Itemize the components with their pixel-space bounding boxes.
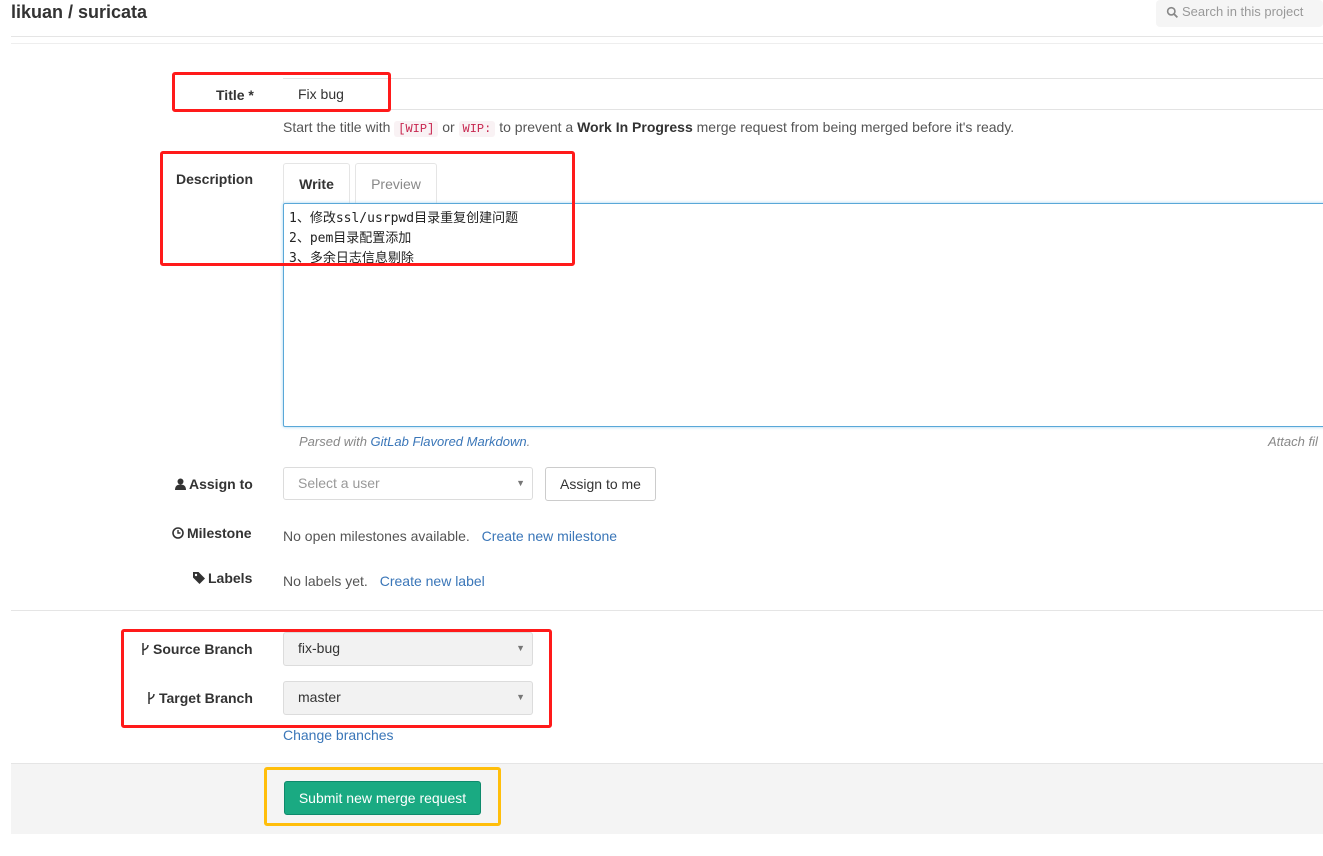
hint-text: merge request from being merged before i…: [696, 119, 1015, 135]
attach-file-link[interactable]: Attach fil: [1268, 434, 1318, 449]
highlight-box-description: [160, 151, 575, 266]
branches-divider: [11, 610, 1323, 611]
highlight-box-submit: [264, 767, 501, 826]
assignee-placeholder: Select a user: [298, 475, 380, 491]
search-placeholder: Search in this project: [1182, 4, 1304, 19]
markdown-prefix: Parsed with: [299, 434, 367, 449]
assign-label-text: Assign to: [189, 476, 253, 492]
project-search-input[interactable]: Search in this project: [1156, 0, 1323, 27]
highlight-box-title: [172, 72, 391, 112]
milestone-label: Milestone: [172, 525, 252, 541]
assign-label: Assign to: [175, 476, 253, 492]
labels-empty-text: No labels yet.: [283, 573, 368, 589]
milestone-label-text: Milestone: [187, 525, 252, 541]
assignee-select[interactable]: Select a user ▼: [283, 467, 533, 500]
form-actions-footer: [11, 763, 1323, 834]
create-milestone-link[interactable]: Create new milestone: [482, 528, 617, 544]
labels-label: Labels: [193, 570, 252, 586]
markdown-link[interactable]: GitLab Flavored Markdown: [371, 434, 527, 449]
wip-code: WIP:: [458, 121, 496, 137]
project-breadcrumb[interactable]: likuan / suricata: [11, 2, 147, 23]
user-icon: [175, 478, 186, 490]
markdown-note: Parsed with GitLab Flavored Markdown.: [299, 434, 530, 449]
milestone-row: No open milestones available. Create new…: [283, 528, 617, 544]
hint-text: or: [442, 119, 455, 135]
title-input[interactable]: Fix bug: [283, 78, 1323, 110]
create-label-link[interactable]: Create new label: [380, 573, 485, 589]
dropdown-arrow-icon: ▼: [516, 478, 525, 488]
hint-bold: Work In Progress: [577, 119, 693, 135]
labels-row: No labels yet. Create new label: [283, 573, 485, 589]
labels-label-text: Labels: [208, 570, 253, 586]
hint-text: Start the title with: [283, 119, 391, 135]
search-icon: [1166, 6, 1179, 19]
tag-icon: [193, 572, 205, 584]
markdown-suffix: .: [526, 434, 531, 449]
milestone-empty-text: No open milestones available.: [283, 528, 470, 544]
highlight-box-branches: [121, 629, 552, 728]
change-branches-link[interactable]: Change branches: [283, 727, 394, 743]
form-top-divider: [11, 43, 1323, 44]
assign-to-me-button[interactable]: Assign to me: [545, 467, 656, 501]
wip-code: [WIP]: [394, 121, 439, 137]
title-hint: Start the title with [WIP] or WIP: to pr…: [283, 119, 1015, 137]
hint-text: to prevent a: [499, 119, 574, 135]
header-divider: [11, 36, 1323, 37]
clock-icon: [172, 527, 184, 539]
